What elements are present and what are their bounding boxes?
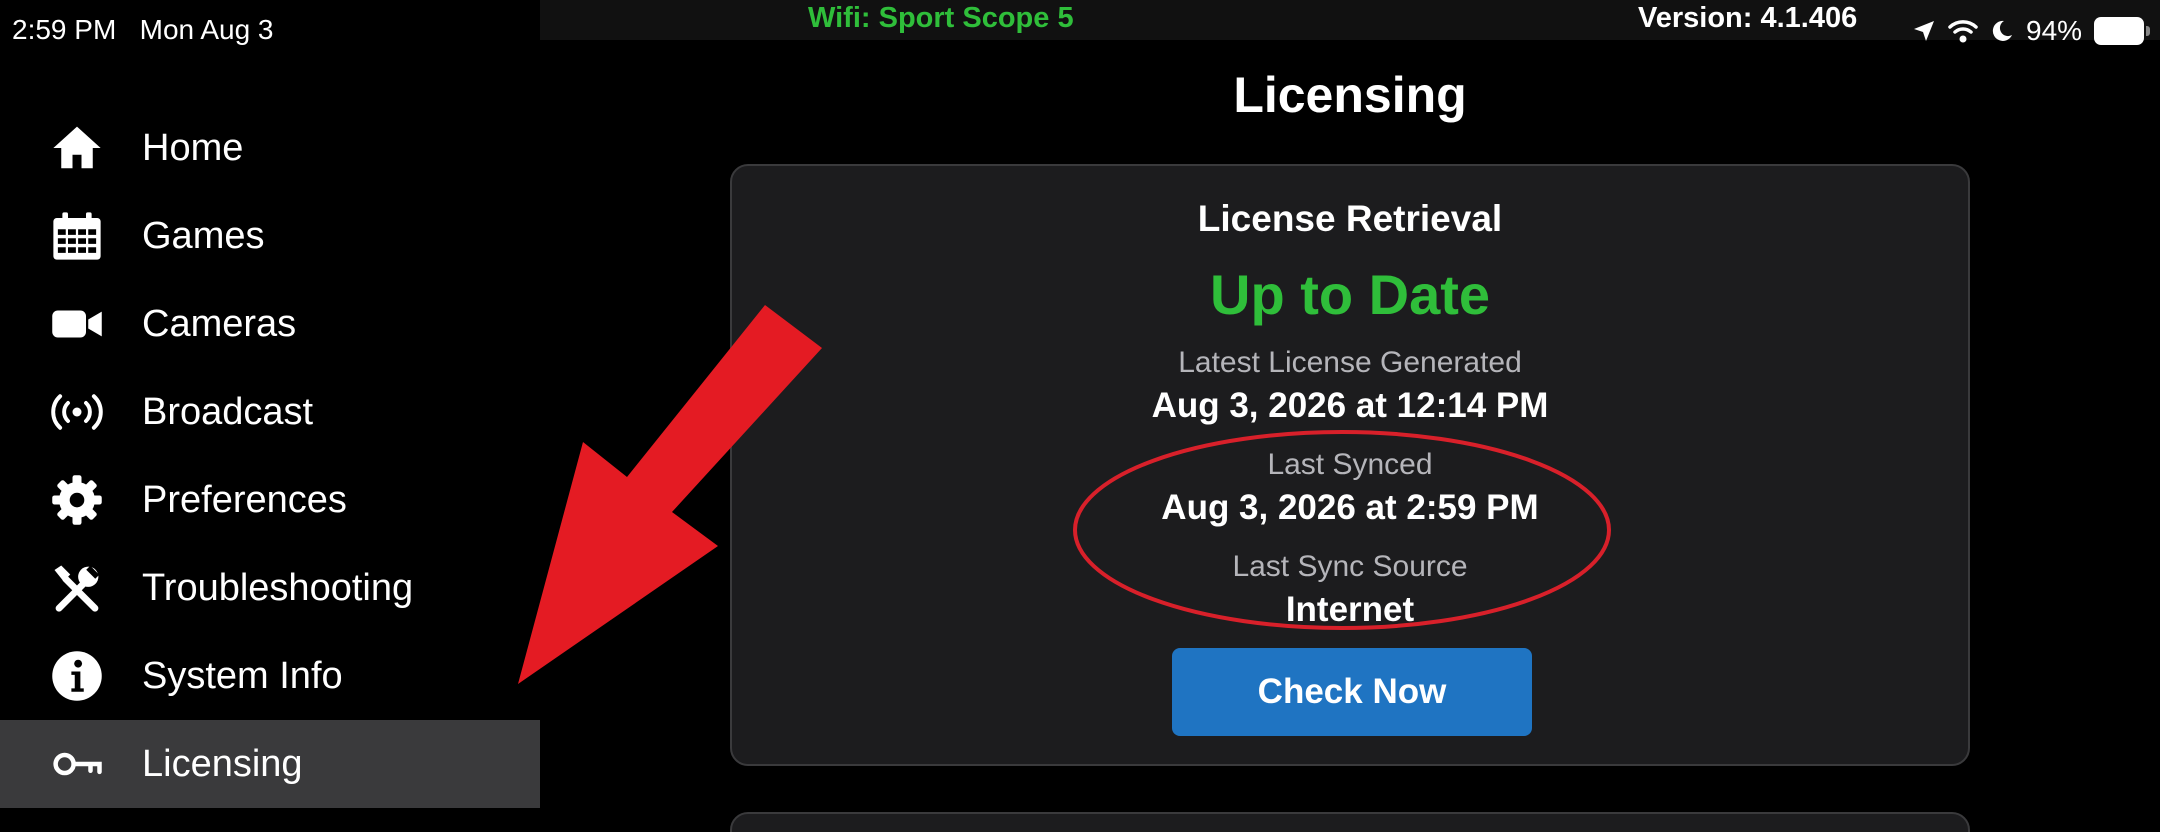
- status-text: Up to Date: [1210, 263, 1490, 326]
- sidebar-item-licensing[interactable]: Licensing: [0, 720, 540, 808]
- wifi-label: Wifi: Sport Scope 5: [808, 2, 1074, 34]
- latest-license-label: Latest License Generated: [1178, 346, 1522, 379]
- app-root: 2:59 PM Mon Aug 3 Wifi: Sport Scope 5 Ve…: [0, 0, 2160, 832]
- system-icons: 94%: [1912, 14, 2151, 48]
- page-title: Licensing: [1233, 67, 1467, 123]
- home-icon: [50, 121, 104, 175]
- sidebar-item-label: Troubleshooting: [142, 566, 414, 609]
- wifi-icon: [1948, 20, 1978, 43]
- last-synced-value: Aug 3, 2026 at 2:59 PM: [1161, 488, 1539, 527]
- info-icon: [50, 649, 104, 703]
- calendar-icon: [50, 209, 104, 263]
- sidebar-item-home[interactable]: Home: [0, 104, 540, 192]
- sidebar-item-preferences[interactable]: Preferences: [0, 456, 540, 544]
- last-sync-source-label: Last Sync Source: [1232, 550, 1468, 583]
- sidebar-item-cameras[interactable]: Cameras: [0, 280, 540, 368]
- battery-icon: [2094, 17, 2151, 45]
- sidebar-item-games[interactable]: Games: [0, 192, 540, 280]
- sidebar: Home Games Cameras Broadcast Preferences…: [0, 0, 540, 832]
- sidebar-item-troubleshooting[interactable]: Troubleshooting: [0, 544, 540, 632]
- sidebar-item-label: Home: [142, 126, 244, 169]
- check-now-button[interactable]: Check Now: [1172, 648, 1532, 736]
- key-icon: [50, 737, 104, 791]
- moon-icon: [1992, 20, 2012, 41]
- second-card: [730, 812, 1970, 832]
- sidebar-item-label: Cameras: [142, 302, 297, 345]
- sidebar-item-label: Games: [142, 214, 265, 257]
- sidebar-item-label: Preferences: [142, 478, 347, 521]
- gear-icon: [50, 473, 104, 527]
- video-camera-icon: [50, 297, 104, 351]
- latest-license-value: Aug 3, 2026 at 12:14 PM: [1151, 386, 1549, 425]
- location-arrow-icon: [1914, 21, 1934, 41]
- license-retrieval-card: License Retrieval Up to Date Latest Lice…: [730, 164, 1970, 766]
- sidebar-item-label: System Info: [142, 654, 343, 697]
- sidebar-item-system-info[interactable]: System Info: [0, 632, 540, 720]
- sidebar-item-label: Broadcast: [142, 390, 314, 433]
- version-label: Version: 4.1.406: [1638, 2, 1858, 34]
- last-synced-label: Last Synced: [1267, 448, 1433, 481]
- battery-percent: 94%: [2026, 15, 2083, 46]
- sidebar-item-label: Licensing: [142, 742, 303, 785]
- broadcast-icon: [50, 385, 104, 439]
- sidebar-item-broadcast[interactable]: Broadcast: [0, 368, 540, 456]
- last-sync-source-value: Internet: [1285, 590, 1415, 629]
- card-title: License Retrieval: [1197, 198, 1503, 239]
- tools-icon: [50, 561, 104, 615]
